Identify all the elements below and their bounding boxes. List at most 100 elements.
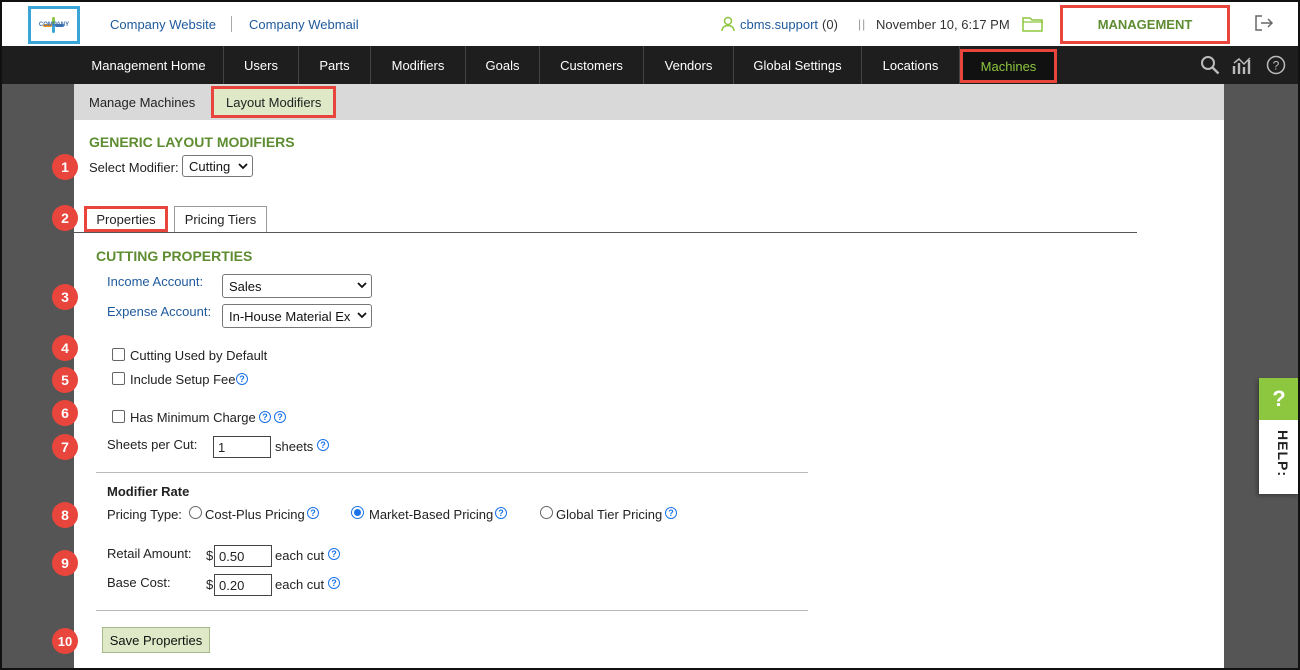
analytics-icon[interactable]	[1232, 55, 1254, 75]
company-logo[interactable]: COMPANY	[28, 6, 80, 44]
help-icon[interactable]: ?	[307, 507, 319, 519]
save-properties-button[interactable]: Save Properties	[102, 627, 210, 653]
nav-vendors[interactable]: Vendors	[644, 46, 734, 84]
global-tier-label: Global Tier Pricing	[556, 507, 663, 522]
sheets-unit: sheets	[275, 439, 314, 454]
help-icon[interactable]: ?	[495, 507, 507, 519]
currency-symbol: $	[206, 548, 214, 563]
modifier-select[interactable]: Cutting	[182, 155, 253, 177]
company-website-link[interactable]: Company Website	[110, 17, 216, 32]
nav-parts[interactable]: Parts	[299, 46, 371, 84]
callout-badge-9: 9	[52, 550, 78, 576]
help-icon[interactable]: ?	[274, 411, 286, 423]
chevron-down-icon	[357, 311, 367, 319]
pricing-type-label: Pricing Type:	[107, 507, 182, 522]
tab-pricing-tiers[interactable]: Pricing Tiers	[174, 206, 267, 232]
cutting-default-checkbox[interactable]	[112, 348, 125, 361]
main-nav: Management Home Users Parts Modifiers Go…	[2, 46, 1298, 84]
content-panel: GENERIC LAYOUT MODIFIERS Select Modifier…	[74, 120, 1224, 668]
divider: ||	[858, 17, 867, 31]
page-title: GENERIC LAYOUT MODIFIERS	[89, 134, 295, 150]
modifier-rate-heading: Modifier Rate	[107, 484, 190, 499]
help-label: HELP:	[1275, 430, 1291, 477]
nav-modifiers[interactable]: Modifiers	[371, 46, 466, 84]
tab-properties[interactable]: Properties	[84, 206, 168, 232]
help-icon[interactable]: ?	[259, 411, 271, 423]
nav-locations[interactable]: Locations	[862, 46, 960, 84]
help-icon[interactable]: ?	[236, 373, 248, 385]
search-icon[interactable]	[1200, 55, 1220, 75]
minimum-charge-label: Has Minimum Charge	[130, 410, 256, 425]
chevron-down-icon	[238, 163, 248, 170]
market-based-label: Market-Based Pricing	[369, 507, 494, 522]
help-icon[interactable]: ?	[328, 577, 340, 589]
currency-symbol: $	[206, 577, 214, 592]
cutting-default-label: Cutting Used by Default	[130, 348, 268, 363]
nav-tools: ?	[1200, 55, 1286, 75]
callout-badge-1: 1	[52, 154, 78, 180]
retail-unit: each cut	[275, 548, 325, 563]
divider	[231, 16, 232, 32]
nav-global-settings[interactable]: Global Settings	[734, 46, 862, 84]
base-cost-input[interactable]: 0.20	[214, 574, 272, 596]
help-side-tab[interactable]: ? HELP:	[1259, 378, 1298, 494]
base-cost-label: Base Cost:	[107, 575, 171, 590]
user-menu[interactable]: cbms.support (0)	[720, 16, 838, 32]
nav-users[interactable]: Users	[224, 46, 299, 84]
callout-badge-3: 3	[52, 284, 78, 310]
callout-badge-2: 2	[52, 205, 78, 231]
income-account-select[interactable]: Sales	[222, 274, 372, 298]
folder-icon[interactable]	[1022, 15, 1044, 33]
help-icon[interactable]: ?	[317, 439, 329, 451]
cost-plus-label: Cost-Plus Pricing	[205, 507, 305, 522]
nav-goals[interactable]: Goals	[466, 46, 540, 84]
nav-customers[interactable]: Customers	[540, 46, 644, 84]
company-webmail-link[interactable]: Company Webmail	[249, 17, 359, 32]
cost-plus-radio[interactable]	[189, 506, 202, 519]
sheets-per-cut-input[interactable]: 1	[213, 436, 271, 458]
global-tier-radio[interactable]	[540, 506, 553, 519]
callout-badge-10: 10	[52, 628, 78, 654]
callout-badge-6: 6	[52, 400, 78, 426]
modifier-select-value: Cutting	[189, 158, 231, 174]
sheets-per-cut-label: Sheets per Cut:	[107, 437, 198, 452]
nav-machines[interactable]: Machines	[960, 49, 1057, 83]
callout-badge-7: 7	[52, 434, 78, 460]
date-time: November 10, 6:17 PM	[876, 17, 1010, 32]
callout-badge-4: 4	[52, 335, 78, 361]
sub-nav: Manage Machines Layout Modifiers	[74, 84, 1224, 120]
tab-divider	[74, 232, 1137, 233]
subnav-layout-modifiers[interactable]: Layout Modifiers	[211, 86, 337, 118]
question-icon: ?	[1259, 378, 1298, 420]
expense-account-label: Expense Account:	[107, 304, 212, 319]
callout-badge-5: 5	[52, 367, 78, 393]
chevron-down-icon	[357, 282, 367, 289]
app-frame: COMPANY Company Website Company Webmail …	[0, 0, 1300, 670]
help-icon[interactable]: ?	[328, 548, 340, 560]
logo-text: COMPANY	[38, 22, 70, 28]
market-based-radio[interactable]	[351, 506, 364, 519]
help-icon[interactable]: ?	[665, 507, 677, 519]
logout-icon[interactable]	[1254, 14, 1274, 32]
user-icon	[721, 16, 735, 32]
username: cbms.support	[740, 16, 819, 32]
expense-account-value: In-House Material Ex	[229, 308, 351, 324]
section-title: CUTTING PROPERTIES	[96, 248, 253, 264]
top-bar: COMPANY Company Website Company Webmail …	[2, 2, 1298, 46]
minimum-charge-checkbox[interactable]	[112, 410, 125, 423]
help-circle-icon[interactable]: ?	[1266, 55, 1286, 75]
svg-text:?: ?	[1273, 59, 1280, 73]
divider	[96, 472, 808, 473]
setup-fee-checkbox[interactable]	[112, 372, 125, 385]
retail-amount-input[interactable]: 0.50	[214, 545, 272, 567]
divider	[96, 610, 808, 611]
subnav-manage-machines[interactable]: Manage Machines	[89, 84, 195, 120]
nav-management-home[interactable]: Management Home	[74, 46, 224, 84]
base-cost-unit: each cut	[275, 577, 325, 592]
notification-count: (0)	[822, 16, 838, 32]
select-modifier-label: Select Modifier:	[89, 160, 179, 175]
income-account-value: Sales	[229, 278, 262, 294]
management-button[interactable]: MANAGEMENT	[1060, 5, 1230, 44]
expense-account-select[interactable]: In-House Material Ex	[222, 304, 372, 328]
setup-fee-label: Include Setup Fee	[130, 372, 236, 387]
